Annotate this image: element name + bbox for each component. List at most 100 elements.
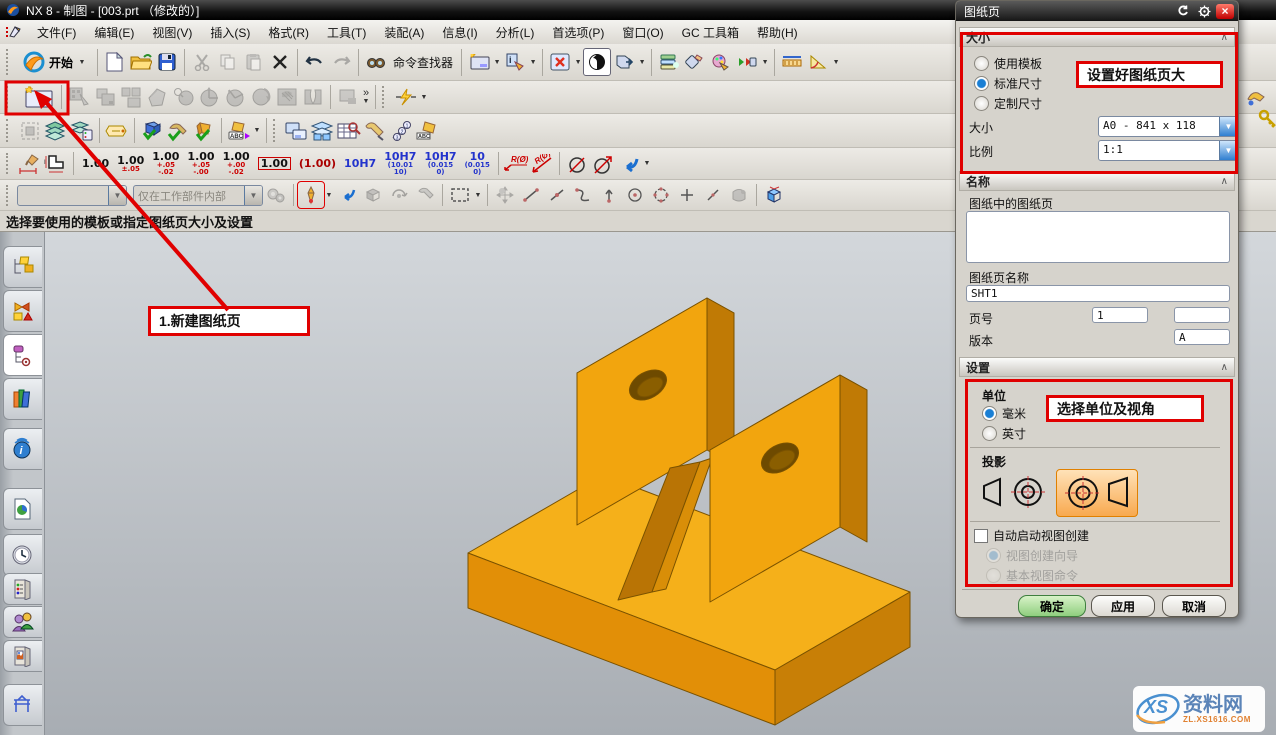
size-section-header[interactable]: 大小∧: [959, 27, 1235, 47]
break-view-icon[interactable]: [248, 84, 274, 110]
menu-edit[interactable]: 编辑(E): [85, 21, 143, 44]
snap-point-toggle-icon[interactable]: [298, 182, 324, 208]
snap-curve-icon[interactable]: [570, 182, 596, 208]
start-button[interactable]: 开始▼: [17, 49, 93, 75]
menu-help[interactable]: 帮助(H): [748, 21, 807, 44]
dim-style-fit-dev[interactable]: 10H7(0.0150): [424, 151, 456, 176]
collapse-icon[interactable]: ∧: [1221, 362, 1228, 373]
half-section-view-icon[interactable]: [196, 84, 222, 110]
shaded-display-icon[interactable]: [583, 48, 611, 76]
undo-icon[interactable]: [302, 49, 328, 75]
command-finder-icon[interactable]: [363, 49, 389, 75]
spark-dimension-icon[interactable]: [393, 84, 419, 110]
visible-layers-icon[interactable]: [656, 49, 682, 75]
menu-window[interactable]: 窗口(O): [613, 21, 672, 44]
radio-standard-size[interactable]: 标准尺寸: [974, 75, 1042, 92]
assembly-navigator-tab[interactable]: [3, 246, 42, 288]
auto-start-view-checkbox[interactable]: 自动启动视图创建: [974, 527, 1089, 544]
paste-icon[interactable]: [241, 49, 267, 75]
dim-style-fit-limits[interactable]: 10H7(10.0110): [384, 151, 416, 176]
copy-icon[interactable]: [215, 49, 241, 75]
dim-style-tol3[interactable]: 1.00+.00-.02: [223, 151, 250, 176]
constraint-navigator-tab[interactable]: [3, 290, 42, 332]
apply-button[interactable]: 应用: [1091, 595, 1155, 617]
toolbar-options[interactable]: »▼: [361, 89, 371, 105]
view-creation-wizard-icon[interactable]: [66, 84, 92, 110]
selection-scope-combo[interactable]: 仅在工作部件内部▼: [133, 185, 263, 206]
toolbar-grip[interactable]: [6, 86, 13, 108]
command-finder-label[interactable]: 命令查找器: [393, 54, 453, 71]
radio-inches[interactable]: 英寸: [982, 425, 1026, 442]
dimension-brush-icon[interactable]: [17, 151, 43, 177]
new-file-icon[interactable]: [102, 49, 128, 75]
update-view-border-icon[interactable]: [17, 118, 43, 144]
checkbox-icon[interactable]: [974, 529, 988, 543]
toolbar-grip[interactable]: [6, 119, 13, 142]
sequence-list-icon[interactable]: 123: [388, 118, 414, 144]
toolbar-grip[interactable]: [6, 49, 13, 74]
reset-icon[interactable]: [1174, 4, 1192, 19]
history-tab[interactable]: [3, 534, 42, 576]
diameter-symbol-icon[interactable]: [564, 151, 590, 177]
settings-section-header[interactable]: 设置∧: [959, 357, 1235, 377]
diameter-arrow-icon[interactable]: [590, 151, 616, 177]
radial-slant-icon[interactable]: R(Ø): [529, 151, 555, 177]
update-views-icon[interactable]: [335, 84, 361, 110]
dim-style-tol2[interactable]: 1.00+.05-.00: [187, 151, 214, 176]
toolbar-grip[interactable]: [6, 153, 13, 175]
snap-face-icon[interactable]: [726, 182, 752, 208]
show-hide-icon[interactable]: [734, 49, 760, 75]
object-display-icon[interactable]: [682, 49, 708, 75]
broken-view-icon[interactable]: [300, 84, 326, 110]
measure-angle-icon[interactable]: [805, 49, 831, 75]
save-icon[interactable]: [154, 49, 180, 75]
radio-icon[interactable]: [974, 56, 989, 71]
redo-icon[interactable]: [328, 49, 354, 75]
third-angle-projection-button[interactable]: [1056, 469, 1138, 517]
radio-icon[interactable]: [974, 76, 989, 91]
base-view-icon[interactable]: [92, 84, 118, 110]
reuse-library-tab[interactable]: [3, 378, 42, 420]
measure-distance-icon[interactable]: [779, 49, 805, 75]
wcs-box-icon[interactable]: [761, 182, 787, 208]
scale-combo[interactable]: 1:1▼: [1098, 140, 1238, 161]
menu-assemblies[interactable]: 装配(A): [375, 21, 433, 44]
toolbar-grip[interactable]: [6, 185, 13, 206]
new-sheet-icon[interactable]: [466, 49, 492, 75]
menu-analysis[interactable]: 分析(L): [487, 21, 544, 44]
size-combo[interactable]: A0 - 841 x 118▼: [1098, 116, 1238, 137]
projected-view-icon[interactable]: [118, 84, 144, 110]
snap-quadrant-icon[interactable]: [648, 182, 674, 208]
gears-icon[interactable]: [263, 182, 289, 208]
open-file-icon[interactable]: [128, 49, 154, 75]
rotate-point-icon[interactable]: [386, 182, 412, 208]
end-point-icon[interactable]: [360, 182, 386, 208]
collapse-icon[interactable]: ∧: [1221, 32, 1228, 43]
radio-millimeters[interactable]: 毫米: [982, 405, 1026, 422]
close-icon[interactable]: ×: [1216, 4, 1234, 19]
dim-style-limits[interactable]: 10(0.0150): [465, 151, 490, 176]
ok-button[interactable]: 确定: [1018, 595, 1086, 617]
return-icon[interactable]: [616, 151, 642, 177]
annotation-note-icon[interactable]: [104, 118, 130, 144]
radio-custom-size[interactable]: 定制尺寸: [974, 95, 1042, 112]
page-number-secondary-input[interactable]: [1174, 307, 1230, 323]
bench-tab[interactable]: [3, 684, 42, 726]
clipped-key-icon[interactable]: [1255, 106, 1276, 132]
dim-style-plusminus[interactable]: 1.00±.05: [117, 155, 144, 173]
tool-hammer-icon[interactable]: [412, 182, 438, 208]
page-number-input[interactable]: 1: [1092, 307, 1148, 323]
sheet-layout-icon[interactable]: [284, 118, 310, 144]
dim-style-nominal[interactable]: 1.00: [82, 158, 109, 169]
roles-tab[interactable]: [3, 606, 42, 638]
snap-return-icon[interactable]: [334, 182, 360, 208]
menu-insert[interactable]: 插入(S): [201, 21, 259, 44]
table-search-icon[interactable]: [336, 118, 362, 144]
export-icon[interactable]: [611, 49, 637, 75]
profile-bounds-icon[interactable]: I: [43, 151, 69, 177]
dim-style-tol1[interactable]: 1.00+.05-.02: [152, 151, 179, 176]
layer-visible-in-view-icon[interactable]: [69, 118, 95, 144]
menu-view[interactable]: 视图(V): [143, 21, 201, 44]
display-info-icon[interactable]: i: [502, 49, 528, 75]
snap-existing-point-icon[interactable]: [674, 182, 700, 208]
